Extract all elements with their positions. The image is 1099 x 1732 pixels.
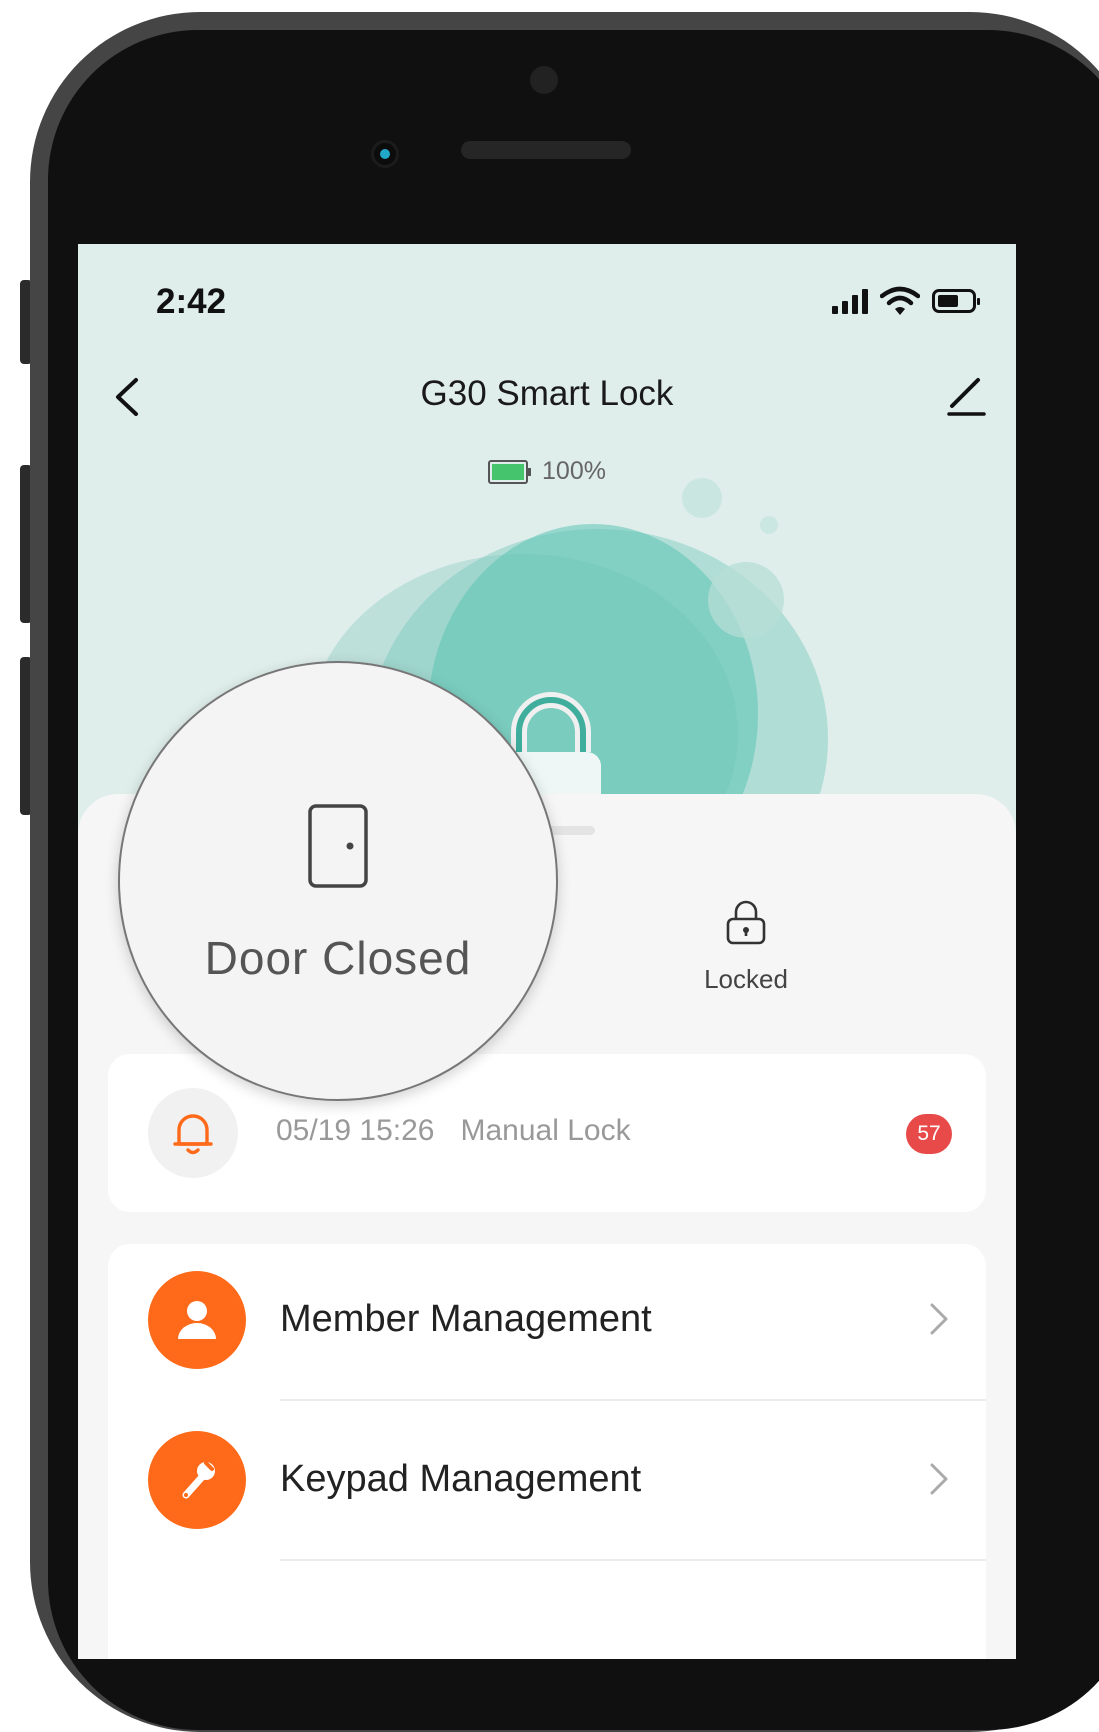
- bell-icon: [173, 1114, 213, 1155]
- latest-event-text: 05/19 15:26 Manual Lock: [276, 1114, 631, 1148]
- lock-status[interactable]: Locked: [656, 899, 836, 995]
- menu-item-label: Member Management: [280, 1298, 652, 1340]
- person-icon: [178, 1301, 216, 1339]
- wrench-icon: [182, 1461, 215, 1499]
- decor-bubble: [682, 478, 722, 518]
- battery-percent: 100%: [542, 457, 606, 485]
- front-camera: [371, 140, 399, 168]
- battery-indicator: 100%: [78, 457, 1016, 486]
- event-description: Manual Lock: [460, 1114, 631, 1147]
- proximity-sensor: [530, 66, 558, 94]
- menu-item-member-management[interactable]: Member Management: [108, 1244, 986, 1394]
- status-battery-icon: [932, 289, 980, 313]
- menu-item-label: Keypad Management: [280, 1458, 642, 1500]
- bell-icon-container: [148, 1088, 238, 1178]
- menu-divider: [280, 1399, 986, 1401]
- door-status-label: Door Closed: [204, 932, 472, 984]
- lock-status-label: Locked: [704, 964, 788, 994]
- battery-icon: [488, 459, 532, 484]
- earpiece-speaker: [461, 141, 631, 159]
- menu-icon-container: [148, 1271, 246, 1369]
- chevron-right-icon: [930, 1463, 948, 1495]
- lock-icon: [726, 900, 766, 945]
- wifi-icon: [880, 286, 920, 315]
- decor-bubble-small: [760, 516, 778, 534]
- event-datetime: 05/19 15:26: [276, 1114, 435, 1147]
- menu-item-keypad-management[interactable]: Keypad Management: [108, 1404, 986, 1554]
- edit-button[interactable]: [946, 374, 988, 416]
- page-title: G30 Smart Lock: [420, 374, 674, 413]
- chevron-right-icon: [930, 1303, 948, 1335]
- door-icon: [308, 804, 368, 888]
- decor-bubble-medium: [708, 562, 784, 638]
- menu-icon-container: [148, 1431, 246, 1529]
- menu-list: Member Management Keypad Management: [108, 1244, 986, 1659]
- notification-badge: 57: [906, 1114, 952, 1154]
- status-time: 2:42: [156, 282, 227, 321]
- door-status-magnifier[interactable]: Door Closed: [118, 661, 558, 1101]
- signal-icon: [832, 288, 868, 314]
- menu-divider: [280, 1559, 986, 1561]
- status-icons: [832, 286, 980, 316]
